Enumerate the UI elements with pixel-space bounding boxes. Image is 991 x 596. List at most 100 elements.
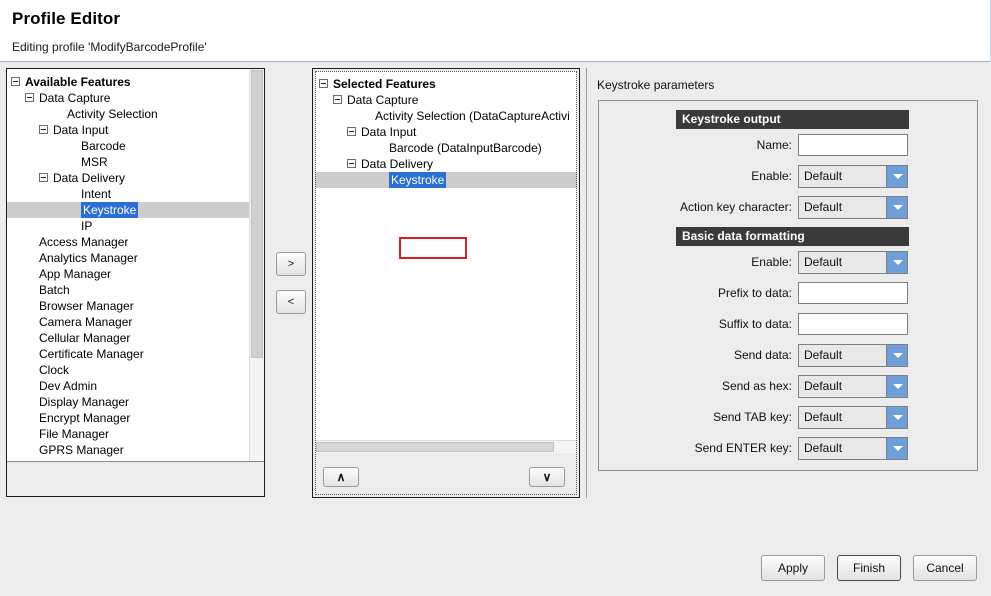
available-feature-row[interactable]: App Manager [7,266,264,282]
available-feature-row[interactable]: Keystroke [7,202,264,218]
available-feature-label: App Manager [39,266,111,282]
available-feature-row[interactable]: Barcode [7,138,264,154]
available-feature-row[interactable]: Cellular Manager [7,330,264,346]
field-label: Enable: [599,251,792,273]
collapse-expander-icon[interactable] [11,77,20,86]
available-feature-label: MSR [81,154,108,170]
dropdown-select[interactable]: Default [798,196,908,219]
collapse-expander-icon[interactable] [39,173,48,182]
chevron-down-icon[interactable] [886,407,907,428]
available-features-vscrollbar[interactable] [249,69,264,462]
finish-button[interactable]: Finish [837,555,901,581]
available-feature-row[interactable]: Dev Admin [7,378,264,394]
available-feature-row[interactable]: Camera Manager [7,314,264,330]
available-feature-label: Clock [39,362,69,378]
text-input[interactable] [798,282,908,304]
available-feature-row[interactable]: Data Delivery [7,170,264,186]
available-feature-row[interactable]: Display Manager [7,394,264,410]
dropdown-value: Default [804,166,842,187]
available-feature-label: Browser Manager [39,298,134,314]
selected-features-focus-outline [315,71,577,495]
text-input[interactable] [798,134,908,156]
field-label: Send as hex: [599,375,792,397]
dropdown-select[interactable]: Default [798,251,908,274]
chevron-down-icon[interactable] [886,376,907,397]
available-feature-label: Data Input [53,122,108,138]
dropdown-select[interactable]: Default [798,165,908,188]
field-label: Send data: [599,344,792,366]
available-feature-row[interactable]: Data Input [7,122,264,138]
dropdown-value: Default [804,407,842,428]
section-header: Basic data formatting [676,227,909,246]
available-feature-row[interactable]: Batch [7,282,264,298]
available-feature-row[interactable]: Clock [7,362,264,378]
available-features-vscroll-thumb[interactable] [251,70,263,358]
dropdown-select[interactable]: Default [798,437,908,460]
field-label: Enable: [599,165,792,187]
page-subtitle: Editing profile 'ModifyBarcodeProfile' [12,40,207,54]
available-feature-label: Intent [81,186,111,202]
profile-editor-window: Profile Editor Editing profile 'ModifyBa… [0,0,991,596]
dropdown-value: Default [804,438,842,459]
parameters-form: Keystroke outputName:Enable:DefaultActio… [599,101,977,470]
available-feature-label: Access Manager [39,234,128,250]
field-label: Name: [599,134,792,156]
available-feature-row[interactable]: Data Capture [7,90,264,106]
field-label: Send ENTER key: [599,437,792,459]
cancel-button[interactable]: Cancel [913,555,977,581]
available-feature-label: Keystroke [81,202,138,218]
available-feature-row[interactable]: Browser Manager [7,298,264,314]
available-feature-row[interactable]: Intent [7,186,264,202]
apply-button[interactable]: Apply [761,555,825,581]
available-feature-row[interactable]: File Manager [7,426,264,442]
available-feature-label: Barcode [81,138,126,154]
available-features-footer [7,462,264,496]
dropdown-select[interactable]: Default [798,344,908,367]
dropdown-select[interactable]: Default [798,375,908,398]
available-feature-row[interactable]: GPRS Manager [7,442,264,458]
available-feature-label: Data Delivery [53,170,125,186]
dropdown-value: Default [804,197,842,218]
available-feature-row[interactable]: Available Features [7,74,264,90]
available-feature-row[interactable]: Activity Selection [7,106,264,122]
available-feature-label: Data Capture [39,90,110,106]
collapse-expander-icon[interactable] [39,125,48,134]
dropdown-select[interactable]: Default [798,406,908,429]
available-feature-label: Encrypt Manager [39,410,130,426]
available-feature-label: Activity Selection [67,106,158,122]
available-feature-row[interactable]: Encrypt Manager [7,410,264,426]
available-features-panel: Available FeaturesData CaptureActivity S… [6,68,265,497]
parameters-panel: Keystroke parameters Keystroke outputNam… [586,68,986,498]
collapse-expander-icon[interactable] [25,93,34,102]
chevron-down-icon[interactable] [886,197,907,218]
available-feature-row[interactable]: Analytics Manager [7,250,264,266]
chevron-down-icon[interactable] [886,438,907,459]
chevron-down-icon[interactable] [886,252,907,273]
remove-feature-button[interactable]: < [276,290,306,314]
available-feature-row[interactable]: IP [7,218,264,234]
available-feature-row[interactable]: Certificate Manager [7,346,264,362]
parameters-title: Keystroke parameters [597,78,714,92]
field-label: Send TAB key: [599,406,792,428]
available-feature-label: Batch [39,282,70,298]
parameters-form-box: Keystroke outputName:Enable:DefaultActio… [598,100,978,471]
add-feature-button[interactable]: > [276,252,306,276]
chevron-down-icon[interactable] [886,345,907,366]
available-feature-label: Analytics Manager [39,250,138,266]
available-feature-label: Dev Admin [39,378,97,394]
available-feature-row[interactable]: Access Manager [7,234,264,250]
available-feature-label: Available Features [25,74,131,90]
field-label: Action key character: [599,196,792,218]
dropdown-value: Default [804,345,842,366]
dropdown-value: Default [804,376,842,397]
field-label: Prefix to data: [599,282,792,304]
available-feature-label: Certificate Manager [39,346,144,362]
available-feature-row[interactable]: MSR [7,154,264,170]
dropdown-value: Default [804,252,842,273]
chevron-down-icon[interactable] [886,166,907,187]
selected-features-panel: Selected FeaturesData CaptureActivity Se… [312,68,580,498]
text-input[interactable] [798,313,908,335]
available-features-tree[interactable]: Available FeaturesData CaptureActivity S… [7,69,264,462]
page-title: Profile Editor [12,9,120,29]
available-feature-label: Cellular Manager [39,330,130,346]
